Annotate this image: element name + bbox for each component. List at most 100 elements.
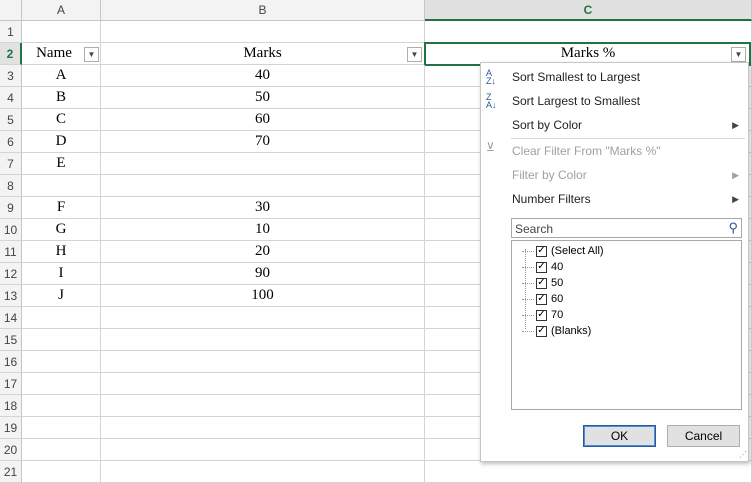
clear-filter-icon: ⊻ <box>486 140 495 154</box>
row-header[interactable]: 11 <box>0 241 22 263</box>
cell[interactable] <box>425 21 752 43</box>
cell-name[interactable] <box>22 417 101 439</box>
cell-marks[interactable] <box>101 307 425 329</box>
row-header[interactable]: 13 <box>0 285 22 307</box>
cancel-button[interactable]: Cancel <box>667 425 740 447</box>
cell-marks[interactable]: 60 <box>101 109 425 131</box>
cell-name[interactable] <box>22 307 101 329</box>
filter-value-item[interactable]: ✓ 40 <box>522 259 563 275</box>
cell-marks[interactable] <box>101 461 425 483</box>
filter-search-input[interactable]: Search ⚲ <box>511 218 742 238</box>
row-header[interactable]: 14 <box>0 307 22 329</box>
cell-marks[interactable] <box>101 417 425 439</box>
sort-ascending-label: Sort Smallest to Largest <box>512 70 641 84</box>
cell-name[interactable] <box>22 351 101 373</box>
row-header[interactable]: 20 <box>0 439 22 461</box>
row-header[interactable]: 1 <box>0 21 22 43</box>
filter-value-label: 60 <box>551 293 564 305</box>
row-header[interactable]: 10 <box>0 219 22 241</box>
number-filters-menu-item[interactable]: Number Filters ▶ <box>481 188 747 210</box>
cell-name[interactable] <box>22 439 101 461</box>
cell[interactable] <box>22 21 101 43</box>
sort-by-color-label: Sort by Color <box>512 118 583 132</box>
cell-name[interactable] <box>22 175 101 197</box>
cell-name[interactable]: D <box>22 131 101 153</box>
tree-connector <box>522 330 534 332</box>
checkbox[interactable]: ✓ <box>536 277 547 289</box>
cell[interactable] <box>101 21 425 43</box>
filter-dropdown-name-button[interactable]: ▼ <box>84 47 99 62</box>
checkbox[interactable]: ✓ <box>536 245 547 257</box>
cell-marks[interactable] <box>101 351 425 373</box>
row-header[interactable]: 5 <box>0 109 22 131</box>
cell-name[interactable]: F <box>22 197 101 219</box>
checkbox[interactable]: ✓ <box>536 309 547 321</box>
clear-filter-menu-item[interactable]: ⊻ Clear Filter From "Marks %" <box>481 140 747 162</box>
cell-name[interactable]: I <box>22 263 101 285</box>
cell-marks[interactable] <box>101 395 425 417</box>
cell-name[interactable]: B <box>22 87 101 109</box>
row-header[interactable]: 8 <box>0 175 22 197</box>
cell-name[interactable] <box>22 395 101 417</box>
filter-value-item[interactable]: ✓ (Blanks) <box>522 323 591 339</box>
ok-button[interactable]: OK <box>583 425 656 447</box>
cell-marks[interactable] <box>101 153 425 175</box>
row-header[interactable]: 4 <box>0 87 22 109</box>
row-header[interactable]: 17 <box>0 373 22 395</box>
filter-value-item[interactable]: ✓ (Select All) <box>522 243 604 259</box>
column-header-c[interactable]: C <box>425 0 752 21</box>
cell-marks[interactable]: 40 <box>101 65 425 87</box>
row-header[interactable]: 15 <box>0 329 22 351</box>
row-header[interactable]: 21 <box>0 461 22 483</box>
cell-name[interactable]: A <box>22 65 101 87</box>
tree-connector <box>522 298 534 300</box>
cell-name[interactable]: E <box>22 153 101 175</box>
row-header[interactable]: 3 <box>0 65 22 87</box>
cell-name[interactable]: C <box>22 109 101 131</box>
sort-ascending-menu-item[interactable]: A Z↓ Sort Smallest to Largest <box>481 66 747 88</box>
row-header[interactable]: 9 <box>0 197 22 219</box>
checkbox[interactable]: ✓ <box>536 261 547 273</box>
cell-marks[interactable]: 10 <box>101 219 425 241</box>
cell-marks[interactable]: 50 <box>101 87 425 109</box>
cell-marks[interactable] <box>101 329 425 351</box>
row-header[interactable]: 6 <box>0 131 22 153</box>
column-header-b[interactable]: B <box>101 0 425 21</box>
row-header[interactable]: 19 <box>0 417 22 439</box>
cell-marks[interactable]: 70 <box>101 131 425 153</box>
filter-value-item[interactable]: ✓ 60 <box>522 291 563 307</box>
row-header[interactable]: 16 <box>0 351 22 373</box>
filter-by-color-menu-item[interactable]: Filter by Color ▶ <box>481 164 747 186</box>
cell-marks[interactable]: 30 <box>101 197 425 219</box>
cell-marks[interactable] <box>101 373 425 395</box>
cell-name[interactable]: G <box>22 219 101 241</box>
filter-dropdown-marks-button[interactable]: ▼ <box>407 47 422 62</box>
submenu-arrow-icon: ▶ <box>732 169 739 180</box>
cell-name[interactable]: J <box>22 285 101 307</box>
cell-marks[interactable]: 100 <box>101 285 425 307</box>
header-cell-marks[interactable]: Marks <box>101 43 425 65</box>
cell-marks-percent[interactable] <box>425 461 752 483</box>
cell-marks[interactable]: 20 <box>101 241 425 263</box>
cell-name[interactable] <box>22 329 101 351</box>
row-header[interactable]: 12 <box>0 263 22 285</box>
row-header[interactable]: 7 <box>0 153 22 175</box>
checkbox[interactable]: ✓ <box>536 325 547 337</box>
sort-descending-menu-item[interactable]: Z A↓ Sort Largest to Smallest <box>481 90 747 112</box>
sort-by-color-menu-item[interactable]: Sort by Color ▶ <box>481 114 747 136</box>
filter-value-item[interactable]: ✓ 70 <box>522 307 563 323</box>
row-header[interactable]: 18 <box>0 395 22 417</box>
filter-value-item[interactable]: ✓ 50 <box>522 275 563 291</box>
cell-marks[interactable] <box>101 175 425 197</box>
row-header[interactable]: 2 <box>0 43 22 65</box>
cell-name[interactable] <box>22 461 101 483</box>
resize-grip-icon[interactable]: ⋰ <box>739 450 747 459</box>
checkbox[interactable]: ✓ <box>536 293 547 305</box>
column-header-a[interactable]: A <box>22 0 101 21</box>
cell-name[interactable]: H <box>22 241 101 263</box>
chevron-down-icon: ▼ <box>410 50 419 59</box>
cell-marks[interactable] <box>101 439 425 461</box>
select-all-corner[interactable] <box>0 0 22 21</box>
cell-marks[interactable]: 90 <box>101 263 425 285</box>
cell-name[interactable] <box>22 373 101 395</box>
